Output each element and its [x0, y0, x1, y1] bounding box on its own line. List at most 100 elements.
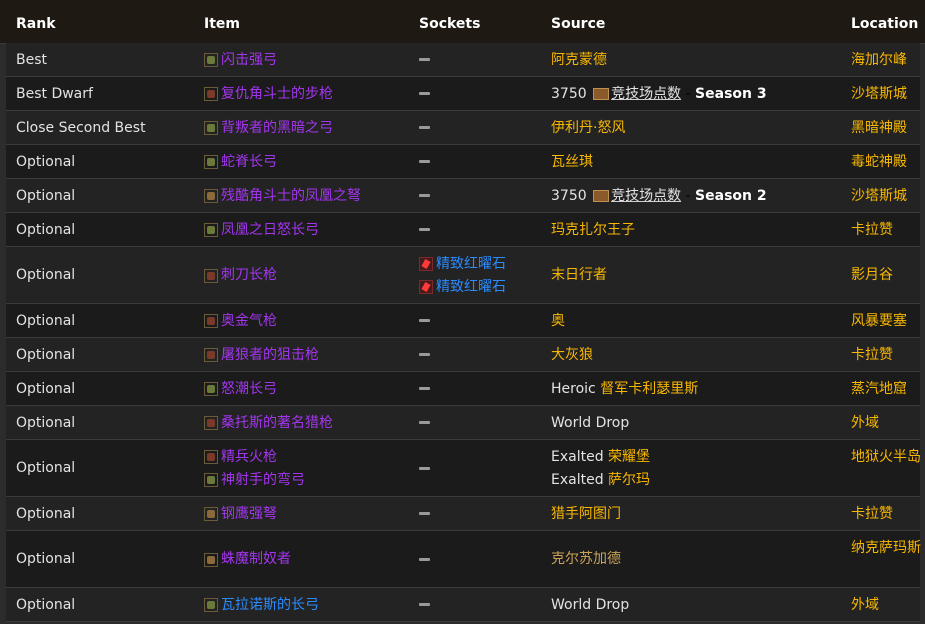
source-link[interactable]: 克尔苏加德 [551, 551, 621, 567]
source-link[interactable]: 玛克扎尔王子 [551, 222, 635, 238]
item-link[interactable]: 怒潮长弓 [221, 378, 277, 401]
item-link[interactable]: 闪击强弓 [221, 49, 277, 72]
sockets-cell [419, 185, 430, 208]
item-entry[interactable]: 怒潮长弓 [204, 378, 277, 401]
item-cell: 残酷角斗士的凤凰之弩 [204, 185, 361, 208]
no-socket-dash [419, 194, 430, 197]
location-link[interactable]: 地狱火半岛 [851, 446, 921, 469]
location-link[interactable]: 沙塔斯城 [851, 185, 921, 208]
item-entry[interactable]: 蛛魔制奴者 [204, 548, 291, 571]
source-cell: 奥 [551, 310, 565, 333]
location-link[interactable]: 海加尔峰 [851, 49, 921, 72]
source-link[interactable]: 大灰狼 [551, 347, 593, 363]
item-link[interactable]: 神射手的弯弓 [221, 469, 305, 492]
location-link[interactable]: 外域 [851, 412, 921, 435]
header-item[interactable]: Item [204, 16, 240, 32]
location-link[interactable]: 卡拉赞 [851, 503, 921, 526]
item-entry[interactable]: 刺刀长枪 [204, 264, 277, 287]
item-link[interactable]: 钢鹰强弩 [221, 503, 277, 526]
table-row: Optional 屠狼者的狙击枪 大灰狼 卡拉赞 [6, 338, 920, 372]
gem-link[interactable]: 精致红曜石 [436, 276, 506, 299]
sockets-cell [419, 219, 430, 242]
source-link[interactable]: 阿克蒙德 [551, 52, 607, 68]
item-entry[interactable]: 神射手的弯弓 [204, 469, 305, 492]
location-link[interactable]: 影月谷 [851, 264, 921, 287]
source-link[interactable]: 督军卡利瑟里斯 [600, 381, 698, 397]
table-header: Rank Item Sockets Source Location [0, 0, 925, 44]
item-link[interactable]: 蛇脊长弓 [221, 151, 277, 174]
sockets-cell [419, 310, 430, 333]
item-link[interactable]: 蛛魔制奴者 [221, 548, 291, 571]
rank-cell: Optional [16, 380, 76, 397]
header-rank[interactable]: Rank [16, 16, 56, 32]
item-link[interactable]: 凤凰之日怒长弓 [221, 219, 319, 242]
source-cell: World Drop [551, 594, 629, 617]
rank-cell: Optional [16, 267, 76, 283]
table-row: Optional 残酷角斗士的凤凰之弩 3750 竞技场点数 - Season 2 沙… [6, 179, 920, 213]
rank-cell: Optional [16, 221, 76, 238]
header-source[interactable]: Source [551, 16, 605, 32]
rank-cell: Best Dwarf [16, 85, 93, 102]
item-entry[interactable]: 背叛者的黑暗之弓 [204, 117, 333, 140]
item-link[interactable]: 复仇角斗士的步枪 [221, 83, 333, 106]
source-link[interactable]: 伊利丹·怒风 [551, 120, 625, 136]
location-link[interactable]: 黑暗神殿 [851, 117, 921, 140]
item-entry[interactable]: 奥金气枪 [204, 310, 277, 333]
sockets-cell [419, 49, 430, 72]
item-cell: 复仇角斗士的步枪 [204, 83, 333, 106]
no-socket-dash [419, 466, 430, 470]
item-link[interactable]: 精兵火枪 [221, 446, 277, 469]
location-link[interactable]: 毒蛇神殿 [851, 151, 921, 174]
table-row: Optional 钢鹰强弩 猎手阿图门 卡拉赞 [6, 497, 920, 531]
item-entry[interactable]: 残酷角斗士的凤凰之弩 [204, 185, 361, 208]
location-link[interactable]: 蒸汽地窟 [851, 378, 921, 401]
table-row: Optional 精兵火枪 神射手的弯弓 Exalted 荣耀堡 Exalted 萨尔玛… [6, 440, 921, 497]
gun-icon [204, 314, 218, 328]
item-link[interactable]: 背叛者的黑暗之弓 [221, 117, 333, 140]
rank-cell: Optional [16, 414, 76, 431]
item-link[interactable]: 刺刀长枪 [221, 264, 277, 287]
arena-currency-link[interactable]: 竞技场点数 [611, 86, 681, 102]
location-link[interactable]: 纳克萨玛斯 [851, 537, 921, 560]
gem-link[interactable]: 精致红曜石 [436, 253, 506, 276]
source-link[interactable]: 荣耀堡 [608, 449, 650, 465]
header-sockets[interactable]: Sockets [419, 16, 480, 32]
location-link[interactable]: 卡拉赞 [851, 344, 921, 367]
gem-icon [419, 257, 433, 271]
item-entry[interactable]: 钢鹰强弩 [204, 503, 277, 526]
source-link[interactable]: 萨尔玛 [608, 472, 650, 488]
item-cell: 钢鹰强弩 [204, 503, 277, 526]
item-link[interactable]: 奥金气枪 [221, 310, 277, 333]
location-link[interactable]: 外域 [851, 594, 921, 617]
socket-entry[interactable]: 精致红曜石 [419, 253, 506, 276]
location-link[interactable]: 卡拉赞 [851, 219, 921, 242]
header-location[interactable]: Location [851, 16, 918, 32]
item-entry[interactable]: 复仇角斗士的步枪 [204, 83, 333, 106]
source-link[interactable]: 奥 [551, 313, 565, 329]
location-link[interactable]: 沙塔斯城 [851, 83, 921, 106]
source-link[interactable]: 猎手阿图门 [551, 506, 621, 522]
arena-currency-link[interactable]: 竞技场点数 [611, 188, 681, 204]
gun-icon [204, 87, 218, 101]
item-entry[interactable]: 屠狼者的狙击枪 [204, 344, 319, 367]
sockets-cell: 精致红曜石 精致红曜石 [419, 253, 506, 299]
item-entry[interactable]: 桑托斯的著名猎枪 [204, 412, 333, 435]
location-link[interactable]: 风暴要塞 [851, 310, 921, 333]
source-link[interactable]: 末日行者 [551, 267, 607, 283]
no-socket-dash [419, 353, 430, 356]
item-link[interactable]: 桑托斯的著名猎枪 [221, 412, 333, 435]
item-entry[interactable]: 凤凰之日怒长弓 [204, 219, 319, 242]
item-cell: 瓦拉诺斯的长弓 [204, 594, 319, 617]
item-entry[interactable]: 蛇脊长弓 [204, 151, 277, 174]
item-entry[interactable]: 精兵火枪 [204, 446, 305, 469]
item-link[interactable]: 屠狼者的狙击枪 [221, 344, 319, 367]
item-link[interactable]: 残酷角斗士的凤凰之弩 [221, 185, 361, 208]
source-cell: 末日行者 [551, 264, 607, 287]
socket-entry[interactable]: 精致红曜石 [419, 276, 506, 299]
item-entry[interactable]: 闪击强弓 [204, 49, 277, 72]
item-entry[interactable]: 瓦拉诺斯的长弓 [204, 594, 319, 617]
item-link[interactable]: 瓦拉诺斯的长弓 [221, 594, 319, 617]
source-cell: 玛克扎尔王子 [551, 219, 635, 242]
source-link[interactable]: 瓦丝琪 [551, 154, 593, 170]
source-prefix: Heroic [551, 380, 596, 397]
